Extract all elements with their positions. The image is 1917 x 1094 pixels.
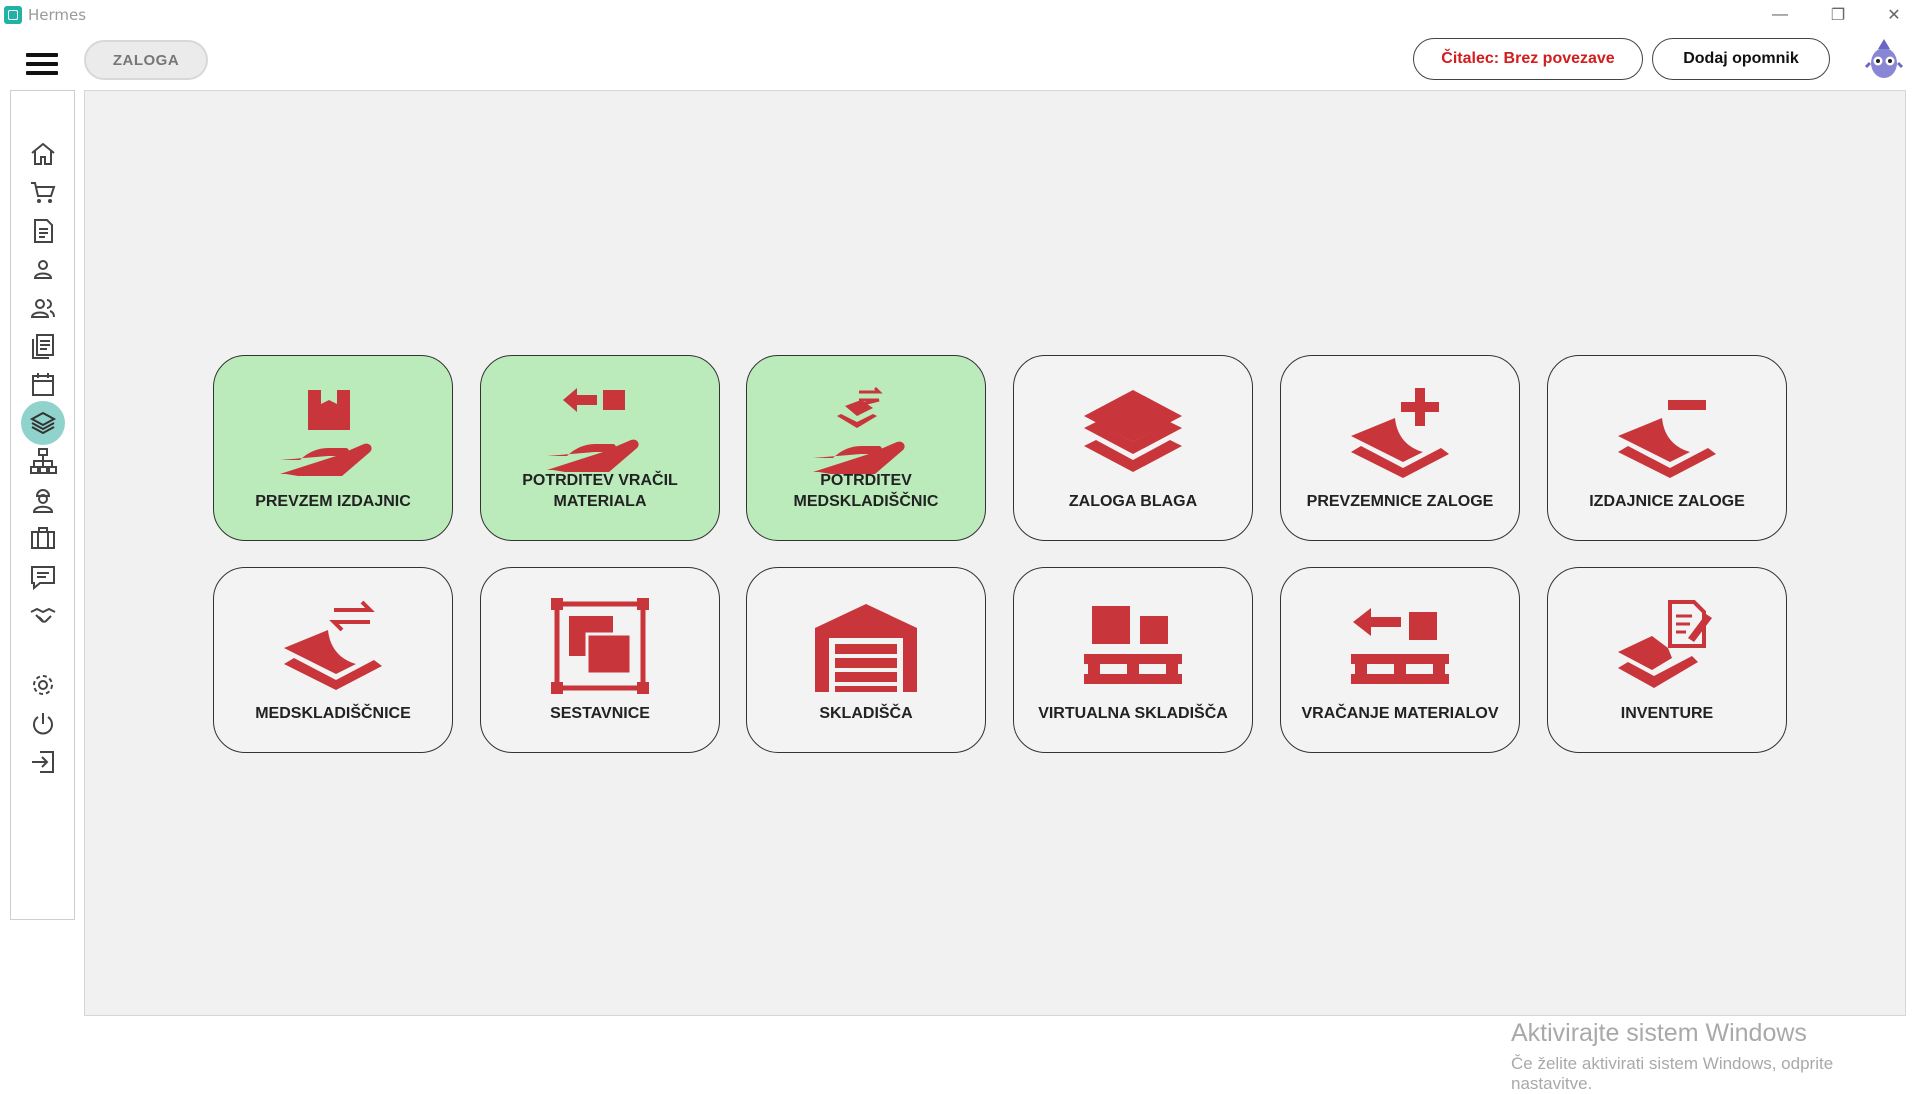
app-icon — [4, 6, 22, 24]
sidebar-item-list[interactable] — [21, 326, 65, 366]
tile-virtualna-skladisca[interactable]: VIRTUALNA SKLADIŠČA — [1013, 567, 1253, 753]
tile-medskladiscnice[interactable]: MEDSKLADIŠČNICE — [213, 567, 453, 753]
watermark-subtitle: Če želite aktivirati sistem Windows, odp… — [1511, 1054, 1834, 1093]
sidebar-item-user[interactable] — [21, 249, 65, 289]
sidebar-item-logout[interactable] — [21, 742, 65, 782]
watermark-title: Aktivirajte sistem Windows — [1511, 1019, 1807, 1047]
minimize-button[interactable]: — — [1752, 0, 1808, 30]
main-panel: PREVZEM IZDAJNIC POTRDITEV VRAČIL MATERI… — [84, 90, 1906, 1093]
close-button[interactable]: ✕ — [1866, 0, 1917, 30]
sidebar-item-power[interactable] — [21, 704, 65, 744]
sidebar-item-documents[interactable] — [21, 211, 65, 251]
calendar-icon — [32, 373, 54, 396]
sidebar — [10, 90, 75, 920]
sidebar-item-worker[interactable] — [21, 480, 65, 520]
tile-skladisca[interactable]: SKLADIŠČA — [746, 567, 986, 753]
tile-label: PREVZEMNICE ZALOGE — [1306, 493, 1494, 510]
tile-vracanje-materialov[interactable]: VRAČANJE MATERIALOV — [1280, 567, 1520, 753]
tile-potrditev-vracil[interactable]: POTRDITEV VRAČIL MATERIALA — [480, 355, 720, 541]
power-icon — [33, 713, 53, 735]
tile-prevzem-izdajnic[interactable]: PREVZEM IZDAJNIC — [213, 355, 453, 541]
layers-icon — [29, 411, 57, 435]
tile-label: IZDAJNICE ZALOGE — [1589, 493, 1745, 510]
avatar[interactable] — [1864, 37, 1904, 81]
breadcrumb[interactable]: ZALOGA — [84, 40, 208, 80]
tile-label: MEDSKLADIŠČNICE — [255, 705, 411, 722]
tile-label: POTRDITEV VRAČIL MATERIALA — [522, 472, 678, 510]
worker-icon — [32, 489, 54, 513]
windows-activation-watermark: Aktivirajte sistem Windows Če želite akt… — [1511, 1019, 1905, 1094]
sidebar-item-cart[interactable] — [21, 172, 65, 212]
title-bar: Hermes — ❐ ✕ — [0, 0, 1917, 30]
document-icon — [34, 219, 53, 243]
sidebar-item-partners[interactable] — [21, 595, 65, 635]
window-title: Hermes — [28, 6, 87, 24]
sidebar-item-stock[interactable] — [21, 401, 65, 445]
briefcase-icon — [31, 527, 55, 549]
menu-icon[interactable] — [26, 53, 58, 77]
tile-sestavnice[interactable]: SESTAVNICE — [480, 567, 720, 753]
tile-label: ZALOGA BLAGA — [1068, 493, 1198, 510]
tile-zaloga-blaga[interactable]: ZALOGA BLAGA — [1013, 355, 1253, 541]
reader-status-button[interactable]: Čitalec: Brez povezave — [1413, 38, 1643, 80]
logout-icon — [32, 751, 54, 773]
list-icon — [32, 334, 54, 359]
restore-button[interactable]: ❐ — [1810, 0, 1866, 30]
tile-label: INVENTURE — [1620, 705, 1714, 722]
tile-label: VRAČANJE MATERIALOV — [1301, 705, 1499, 722]
chat-icon — [31, 566, 55, 591]
handshake-icon — [30, 607, 56, 623]
sidebar-item-home[interactable] — [21, 134, 65, 174]
tile-potrditev-medskladiscnic[interactable]: POTRDITEV MEDSKLADIŠČNIC — [746, 355, 986, 541]
tile-label: VIRTUALNA SKLADIŠČA — [1038, 705, 1228, 722]
tile-label: SKLADIŠČA — [819, 705, 913, 722]
tile-label: PREVZEM IZDAJNIC — [255, 493, 411, 510]
cart-icon — [31, 182, 56, 203]
sidebar-item-chat[interactable] — [21, 557, 65, 597]
users-icon — [30, 299, 55, 318]
sidebar-item-settings[interactable] — [21, 665, 65, 705]
user-icon — [33, 260, 53, 279]
tile-prevzemnice-zaloge[interactable]: PREVZEMNICE ZALOGE — [1280, 355, 1520, 541]
sidebar-item-network[interactable] — [21, 441, 65, 481]
tile-label: SESTAVNICE — [550, 705, 650, 722]
sidebar-item-briefcase[interactable] — [21, 518, 65, 558]
tile-izdajnice-zaloge[interactable]: IZDAJNICE ZALOGE — [1547, 355, 1787, 541]
settings-icon — [33, 675, 53, 695]
home-icon — [31, 142, 55, 165]
sidebar-item-calendar[interactable] — [21, 364, 65, 404]
tile-inventure[interactable]: INVENTURE — [1547, 567, 1787, 753]
add-reminder-button[interactable]: Dodaj opomnik — [1652, 38, 1830, 80]
tile-label: POTRDITEV MEDSKLADIŠČNIC — [793, 472, 939, 510]
network-icon — [30, 448, 57, 474]
sidebar-item-users[interactable] — [21, 288, 65, 328]
